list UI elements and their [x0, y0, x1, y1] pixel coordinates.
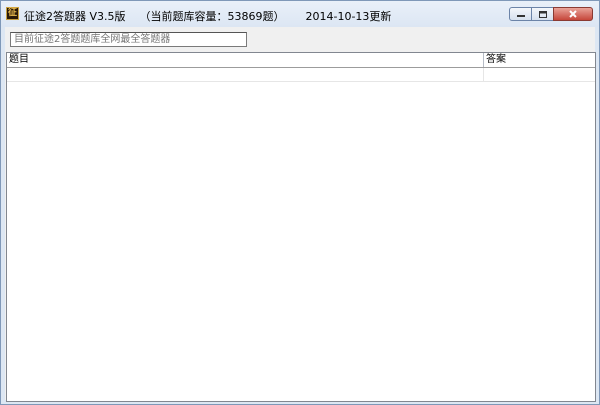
minimize-icon — [516, 15, 525, 17]
column-header-answer[interactable]: 答案 — [484, 53, 595, 67]
minimize-button[interactable] — [509, 7, 532, 21]
title-date: 2014-10-13更新 — [305, 10, 392, 23]
window-controls — [509, 7, 593, 21]
title-capacity: （当前题库容量：53869题） — [139, 10, 285, 23]
window-title: 征途2答题器 V3.5版 （当前题库容量：53869题） 2014-10-13更… — [24, 8, 391, 24]
title-app-name: 征途2答题器 V3.5版 — [24, 10, 126, 23]
question-list[interactable]: 题目 答案 — [6, 52, 596, 402]
client-area: 题目 答案 — [5, 27, 596, 402]
maximize-icon — [538, 10, 547, 18]
close-button[interactable] — [553, 7, 593, 21]
answer-cell — [484, 68, 595, 81]
table-row[interactable] — [7, 68, 595, 82]
close-icon — [569, 10, 577, 18]
list-header: 题目 答案 — [7, 53, 595, 68]
question-cell — [7, 68, 485, 81]
search-input[interactable] — [10, 32, 247, 47]
column-header-question[interactable]: 题目 — [7, 53, 484, 67]
app-icon[interactable]: 征 — [6, 7, 19, 20]
app-window: 征 征途2答题器 V3.5版 （当前题库容量：53869题） 2014-10-1… — [0, 0, 600, 405]
maximize-button[interactable] — [531, 7, 554, 21]
title-bar[interactable]: 征 征途2答题器 V3.5版 （当前题库容量：53869题） 2014-10-1… — [1, 1, 599, 27]
